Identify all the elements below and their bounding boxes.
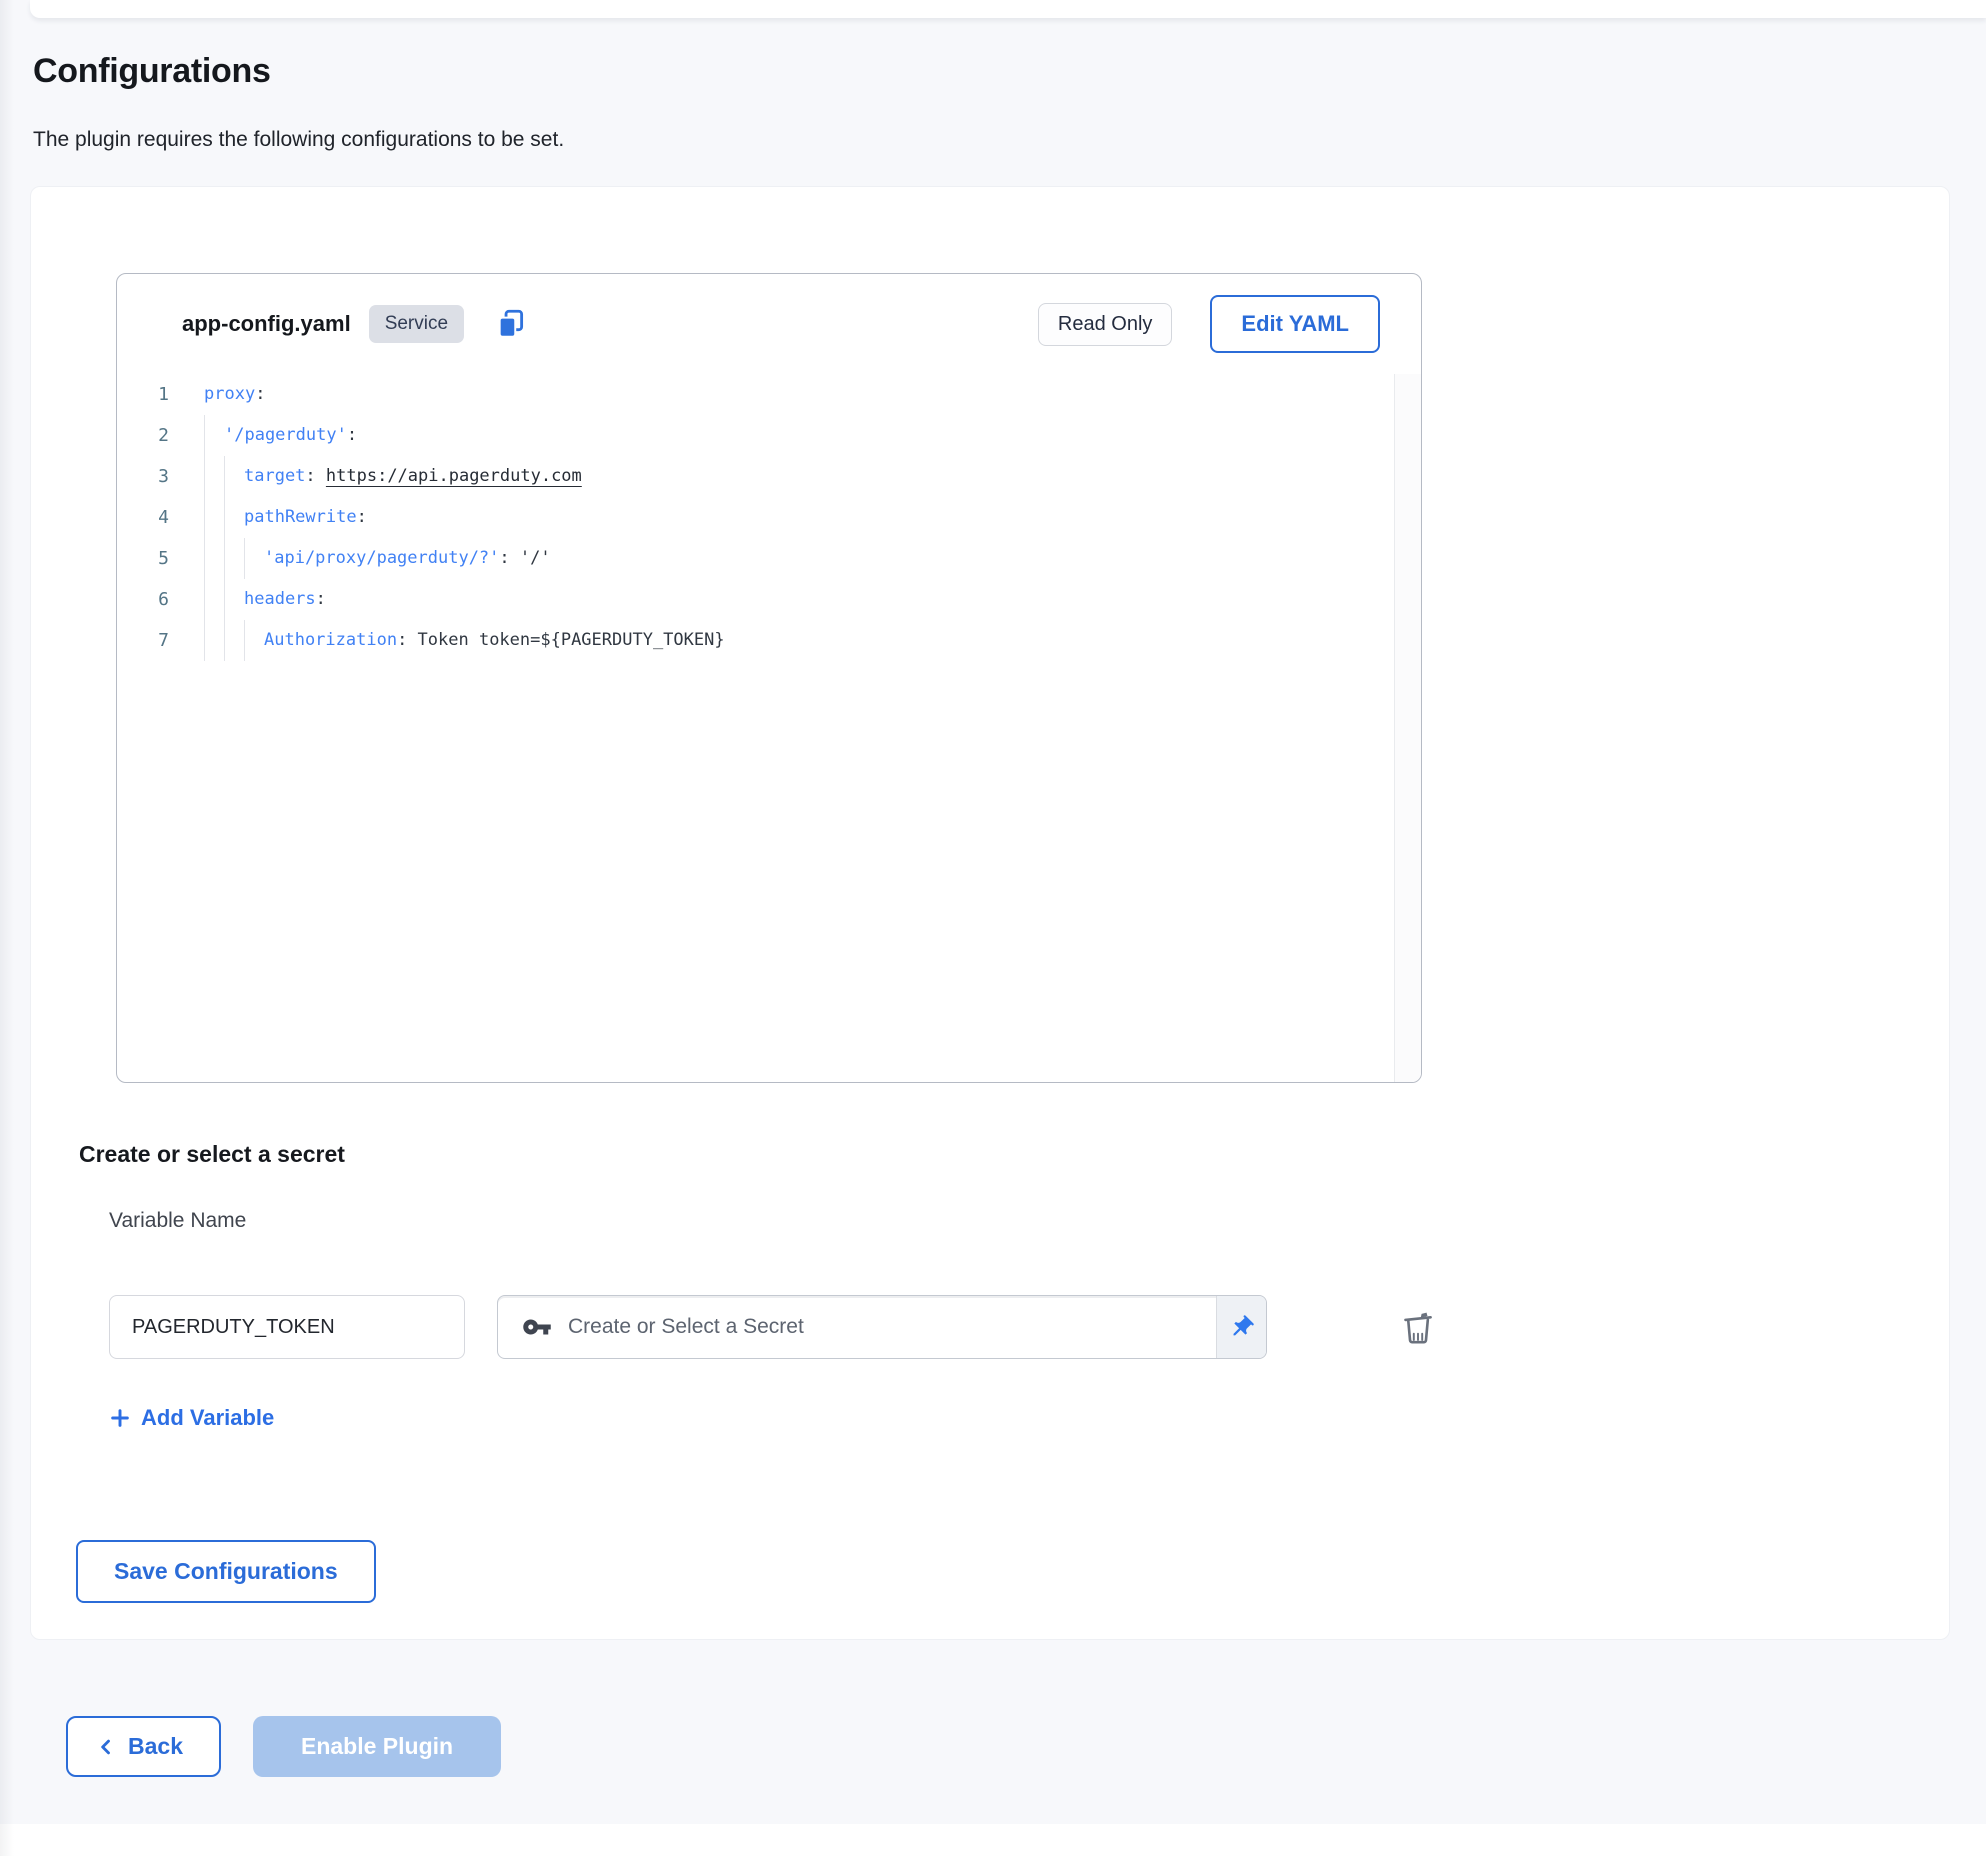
code-token: '/pagerduty' [224,425,347,445]
code-token: Token token=${PAGERDUTY_TOKEN} [418,630,725,650]
pin-cap[interactable] [1216,1296,1266,1358]
save-configurations-button[interactable]: Save Configurations [76,1540,376,1603]
code-token: 'api/proxy/pagerduty/?' [264,548,499,568]
code-token: '/' [520,548,551,568]
editor-scrollbar[interactable] [1394,374,1421,1082]
code-line: 3 target: https://api.pagerduty.com [117,456,1394,497]
code-line: 2 '/pagerduty': [117,415,1394,456]
line-number: 7 [117,620,189,661]
code-line: 4 pathRewrite: [117,497,1394,538]
code-token: Authorization [264,630,397,650]
key-icon [522,1312,552,1342]
code-line: 7 Authorization: Token token=${PAGERDUTY_… [117,620,1394,661]
line-number: 3 [117,456,189,497]
read-only-badge: Read Only [1038,303,1173,346]
code-token: : [347,425,357,445]
line-number: 2 [117,415,189,456]
code-line: 6 headers: [117,579,1394,620]
line-number: 6 [117,579,189,620]
code-token: headers [244,589,316,609]
indent-guide [244,620,264,661]
previous-card-edge [30,0,1986,18]
yaml-editor-card: app-config.yaml Service Read Only Edit Y… [116,273,1422,1083]
add-variable-label: Add Variable [141,1405,274,1431]
indent-guide [204,456,224,497]
code-token: : [305,466,325,486]
indent-guide [224,497,244,538]
line-number: 1 [117,374,189,415]
add-variable-button[interactable]: Add Variable [109,1405,274,1431]
indent-guide [224,538,244,579]
page-subtitle: The plugin requires the following config… [33,128,564,152]
code-token: pathRewrite [244,507,357,527]
indent-guide [224,620,244,661]
code-line: 1 proxy: [117,374,1394,415]
pushpin-icon [1228,1314,1255,1341]
code-token: https://api.pagerduty.com [326,466,582,486]
secret-section-title: Create or select a secret [79,1141,345,1168]
back-button-label: Back [128,1733,183,1760]
indent-guide [204,538,224,579]
back-button[interactable]: Back [66,1716,221,1777]
code-token: : [316,589,326,609]
chevron-left-icon [96,1737,116,1757]
variable-name-input[interactable] [109,1295,465,1359]
indent-guide [204,620,224,661]
secret-select[interactable]: Create or Select a Secret [497,1295,1267,1359]
indent-guide [224,579,244,620]
trash-icon [1397,1306,1439,1348]
code-token: : [255,384,265,404]
copy-icon[interactable] [494,307,528,341]
edit-yaml-button[interactable]: Edit YAML [1210,295,1380,353]
service-badge: Service [369,305,464,343]
bottom-strip [0,1824,1986,1856]
code-line: 5 'api/proxy/pagerduty/?': '/' [117,538,1394,579]
code-token: : [499,548,519,568]
indent-guide [244,538,264,579]
code-token: target [244,466,305,486]
code-lines: 1 proxy: 2 '/pagerduty': 3 target: https://ap… [117,374,1394,661]
plus-icon [109,1407,131,1429]
indent-guide [224,456,244,497]
yaml-editor-header: app-config.yaml Service Read Only Edit Y… [117,274,1421,374]
yaml-filename: app-config.yaml [182,311,351,337]
variable-row: Create or Select a Secret [109,1295,1441,1359]
line-number: 5 [117,538,189,579]
configurations-card: app-config.yaml Service Read Only Edit Y… [30,186,1950,1640]
indent-guide [204,497,224,538]
code-token: : [397,630,417,650]
footer-actions: Back Enable Plugin [66,1716,501,1777]
variable-name-label: Variable Name [109,1209,246,1233]
yaml-code-area: 1 proxy: 2 '/pagerduty': 3 target: https://ap… [117,374,1394,1082]
enable-plugin-button[interactable]: Enable Plugin [253,1716,501,1777]
indent-guide [204,579,224,620]
secret-select-placeholder: Create or Select a Secret [568,1315,1216,1339]
code-token: proxy [204,384,255,404]
delete-variable-button[interactable] [1397,1305,1441,1349]
code-token: : [357,507,367,527]
line-number: 4 [117,497,189,538]
page-title: Configurations [33,52,271,91]
indent-guide [204,415,224,456]
